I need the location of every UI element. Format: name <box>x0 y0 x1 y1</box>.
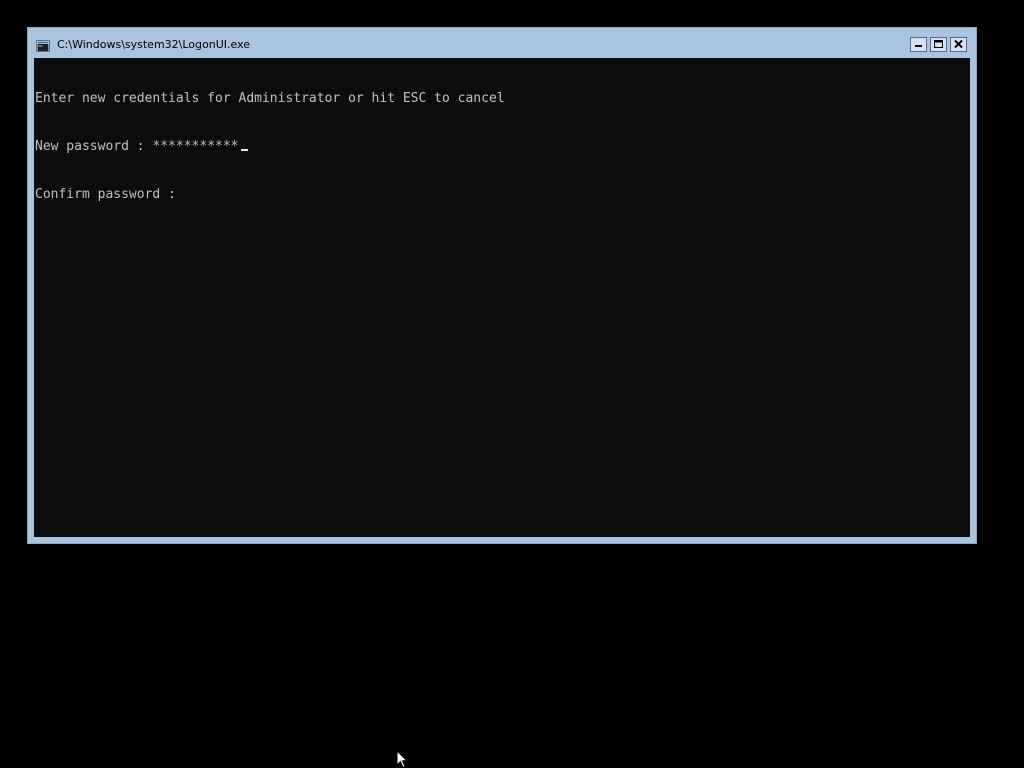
title-bar[interactable]: C:\Windows\system32\LogonUI.exe <box>28 28 976 58</box>
text-cursor <box>240 149 248 151</box>
maximize-button[interactable] <box>930 37 947 52</box>
new-password-label: New password : <box>35 139 153 154</box>
console-icon[interactable] <box>36 39 50 52</box>
desktop: C:\Windows\system32\LogonUI.exe Enter ne… <box>0 0 1024 768</box>
maximize-icon <box>934 40 943 48</box>
minimize-icon <box>915 45 922 47</box>
console-window: C:\Windows\system32\LogonUI.exe Enter ne… <box>27 27 977 544</box>
minimize-button[interactable] <box>910 37 927 52</box>
credentials-prompt: Enter new credentials for Administrator … <box>35 91 505 106</box>
window-title: C:\Windows\system32\LogonUI.exe <box>57 38 251 51</box>
close-button[interactable] <box>950 37 967 52</box>
confirm-password-row[interactable]: Confirm password : <box>35 187 505 203</box>
new-password-row[interactable]: New password : *********** <box>35 139 505 155</box>
close-icon <box>954 39 963 49</box>
confirm-password-label: Confirm password : <box>35 187 184 202</box>
console-output[interactable]: Enter new credentials for Administrator … <box>34 58 970 537</box>
mouse-pointer-icon <box>396 749 409 768</box>
new-password-input[interactable]: *********** <box>152 139 238 154</box>
